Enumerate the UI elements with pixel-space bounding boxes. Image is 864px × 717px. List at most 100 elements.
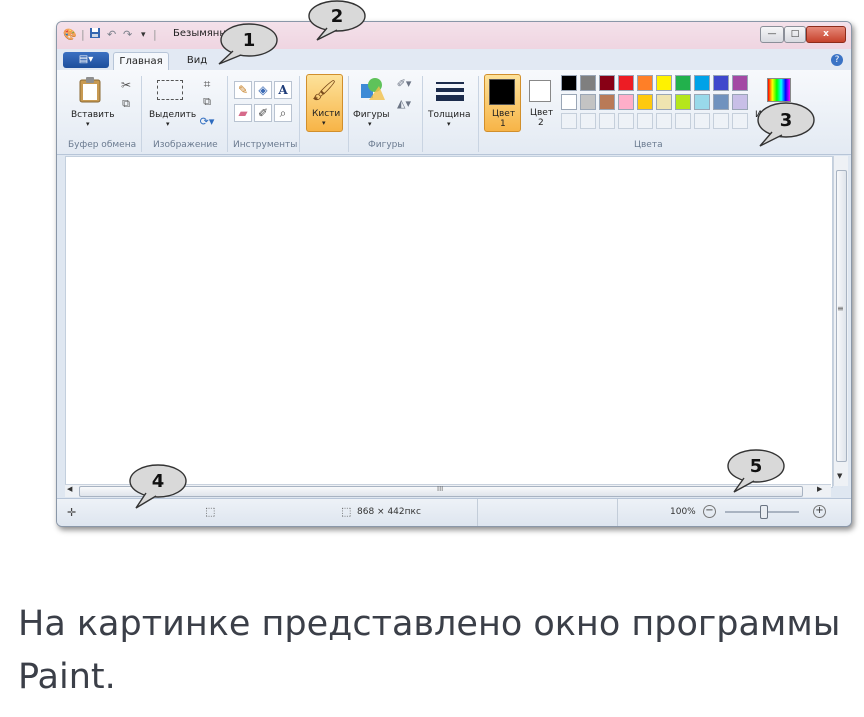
callout-4-number: 4: [152, 471, 165, 492]
close-button[interactable]: x: [806, 26, 846, 43]
palette-color-swatch[interactable]: [618, 94, 634, 110]
palette-color-swatch[interactable]: [561, 75, 577, 91]
magnifier-icon[interactable]: ⌕: [274, 104, 292, 122]
redo-icon[interactable]: ↷: [123, 27, 132, 43]
color2-button[interactable]: Цвет 2: [523, 74, 558, 130]
palette-color-swatch[interactable]: [656, 75, 672, 91]
cursor-position-icon: ✛: [67, 506, 77, 519]
palette-color-swatch[interactable]: [656, 94, 672, 110]
palette-color-swatch[interactable]: [713, 94, 729, 110]
edit-colors-icon[interactable]: [767, 78, 791, 102]
palette-color-swatch[interactable]: [732, 75, 748, 91]
custom-color-slot[interactable]: [656, 113, 672, 129]
palette-color-swatch[interactable]: [599, 94, 615, 110]
thickness-icon[interactable]: [434, 80, 466, 102]
palette-color-swatch[interactable]: [694, 75, 710, 91]
file-menu-button[interactable]: ▤▾: [63, 52, 109, 68]
outline-icon[interactable]: ✐▾: [394, 76, 414, 92]
callout-1: 1: [218, 23, 278, 65]
palette-color-swatch[interactable]: [732, 94, 748, 110]
help-icon[interactable]: ?: [831, 54, 843, 66]
callout-4: 4: [129, 464, 187, 509]
custom-color-slot[interactable]: [675, 113, 691, 129]
color-picker-icon[interactable]: ✐: [254, 104, 272, 122]
select-icon[interactable]: [157, 80, 183, 100]
quick-access-separator: |: [81, 28, 85, 41]
cut-icon[interactable]: ✂: [119, 77, 133, 93]
zoom-in-button[interactable]: +: [813, 505, 826, 518]
undo-icon[interactable]: ↶: [107, 27, 116, 43]
eraser-icon[interactable]: ▰: [234, 104, 252, 122]
rotate-icon[interactable]: ⟳▾: [197, 114, 217, 130]
ribbon-separator: [227, 76, 228, 152]
shapes-group-label: Фигуры: [368, 140, 405, 150]
paste-button[interactable]: Вставить: [71, 110, 115, 120]
paste-icon[interactable]: [77, 76, 103, 104]
select-dropdown-arrow[interactable]: ▾: [166, 120, 170, 128]
copy-icon[interactable]: ⧉: [119, 96, 133, 112]
minimize-button[interactable]: —: [760, 26, 784, 43]
ribbon-tabs: ▤▾ Главная Вид ?: [57, 49, 851, 71]
thickness-dropdown-arrow[interactable]: ▾: [447, 120, 451, 128]
tab-view[interactable]: Вид: [177, 52, 217, 70]
thickness-button[interactable]: Толщина: [428, 110, 470, 120]
color1-number: 1: [500, 119, 506, 129]
title-separator: |: [153, 28, 157, 41]
tools-group-label: Инструменты: [233, 140, 298, 150]
drawing-canvas[interactable]: [65, 156, 833, 488]
pencil-icon[interactable]: ✎: [234, 81, 252, 99]
callout-5-number: 5: [750, 456, 763, 477]
text-icon[interactable]: A: [274, 81, 292, 99]
palette-color-swatch[interactable]: [561, 94, 577, 110]
custom-color-slot[interactable]: [713, 113, 729, 129]
save-icon[interactable]: [89, 27, 101, 43]
scroll-down-arrow[interactable]: ▼: [837, 472, 842, 480]
callout-1-number: 1: [243, 30, 256, 51]
palette-color-swatch[interactable]: [675, 75, 691, 91]
paint-app-icon[interactable]: 🎨: [63, 27, 77, 43]
zoom-out-button[interactable]: −: [703, 505, 716, 518]
palette-color-swatch[interactable]: [618, 75, 634, 91]
tab-home[interactable]: Главная: [113, 52, 169, 71]
brush-icon: 🖌: [311, 78, 337, 102]
h-scroll-grip-icon: III: [437, 485, 444, 493]
palette-color-swatch[interactable]: [675, 94, 691, 110]
palette-color-swatch[interactable]: [637, 75, 653, 91]
color1-button[interactable]: Цвет 1: [484, 74, 521, 132]
zoom-slider-thumb[interactable]: [760, 505, 768, 519]
fill-shape-icon[interactable]: ◭▾: [394, 96, 414, 112]
crop-icon[interactable]: ⌗: [199, 76, 215, 92]
custom-color-slot[interactable]: [580, 113, 596, 129]
palette-color-swatch[interactable]: [694, 94, 710, 110]
status-divider: [617, 499, 618, 526]
palette-color-swatch[interactable]: [580, 94, 596, 110]
scroll-right-arrow[interactable]: ▶: [817, 485, 822, 493]
color1-swatch: [489, 79, 515, 105]
selection-size-icon: ⬚: [205, 505, 216, 518]
custom-color-slot[interactable]: [637, 113, 653, 129]
maximize-button[interactable]: □: [784, 26, 806, 43]
scroll-left-arrow[interactable]: ◀: [67, 485, 72, 493]
shapes-dropdown-arrow[interactable]: ▾: [368, 120, 372, 128]
custom-color-slot[interactable]: [561, 113, 577, 129]
palette-color-swatch[interactable]: [637, 94, 653, 110]
customize-quick-access-button[interactable]: ▾: [141, 27, 146, 43]
color2-number: 2: [538, 118, 544, 128]
custom-color-slot[interactable]: [599, 113, 615, 129]
custom-color-slot[interactable]: [618, 113, 634, 129]
fill-icon[interactable]: ◈: [254, 81, 272, 99]
custom-color-slot[interactable]: [732, 113, 748, 129]
palette-color-swatch[interactable]: [713, 75, 729, 91]
shapes-button[interactable]: Фигуры: [353, 110, 389, 120]
resize-icon[interactable]: ⧉: [199, 94, 215, 110]
title-bar: 🎨 | ↶ ↷ ▾ | Безымянн — □ x: [57, 22, 851, 49]
custom-color-slot[interactable]: [694, 113, 710, 129]
paste-dropdown-arrow[interactable]: ▾: [86, 120, 90, 128]
palette-color-swatch[interactable]: [599, 75, 615, 91]
vertical-scroll-thumb[interactable]: [836, 170, 847, 462]
brushes-button[interactable]: 🖌 Кисти ▾: [306, 74, 343, 132]
palette-color-swatch[interactable]: [580, 75, 596, 91]
shapes-icon[interactable]: [359, 76, 385, 104]
vertical-scrollbar[interactable]: ≡ ▼: [833, 156, 848, 486]
select-button[interactable]: Выделить: [149, 110, 196, 120]
